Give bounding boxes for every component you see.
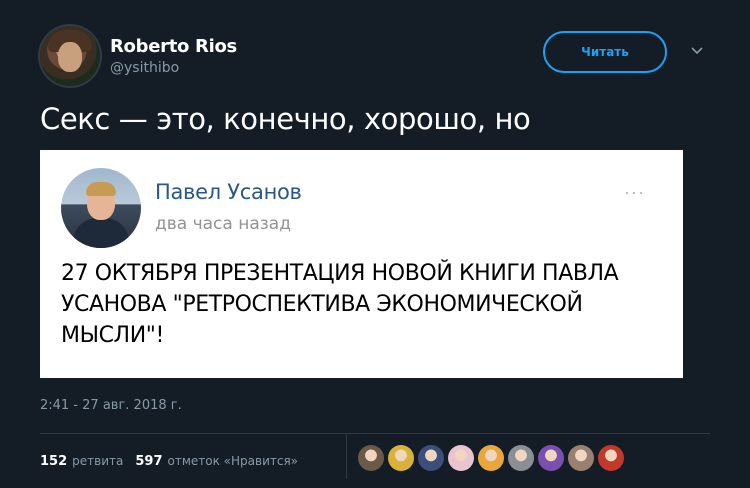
liker-avatar-6[interactable] [508, 445, 534, 471]
embed-author-name[interactable]: Павел Усанов [155, 180, 302, 204]
divider-top [40, 433, 710, 434]
avatar-face [58, 42, 82, 72]
tweet-header: Roberto Rios @ysithibo Читать [0, 0, 750, 100]
liker-avatar-2[interactable] [388, 445, 414, 471]
embed-post-body: 27 ОКТЯБРЯ ПРЕЗЕНТАЦИЯ НОВОЙ КНИГИ ПАВЛА… [61, 261, 619, 348]
liker-avatars [358, 445, 624, 471]
follow-button[interactable]: Читать [543, 31, 667, 73]
chevron-down-icon[interactable] [690, 46, 704, 56]
tweet-text: Секс — это, конечно, хорошо, но [40, 102, 531, 136]
liker-avatar-1[interactable] [358, 445, 384, 471]
user-handle[interactable]: @ysithibo [110, 60, 179, 76]
retweets-label[interactable]: ретвита [72, 454, 123, 468]
likes-count[interactable]: 597 [135, 454, 162, 469]
user-avatar[interactable] [40, 26, 100, 86]
likes-label[interactable]: отметок «Нравится» [168, 454, 299, 468]
retweets-count[interactable]: 152 [40, 454, 67, 469]
liker-avatar-8[interactable] [568, 445, 594, 471]
liker-avatar-9[interactable] [598, 445, 624, 471]
embed-avatar-body [73, 218, 129, 248]
embed-avatar-hair [86, 182, 116, 196]
user-name[interactable]: Roberto Rios [110, 36, 237, 57]
liker-avatar-7[interactable] [538, 445, 564, 471]
stats-separator [346, 435, 347, 479]
embed-author-avatar[interactable] [61, 168, 141, 248]
liker-avatar-4[interactable] [448, 445, 474, 471]
engagement-stats: 152 ретвита 597 отметок «Нравится» [40, 446, 310, 476]
liker-avatar-3[interactable] [418, 445, 444, 471]
liker-avatar-5[interactable] [478, 445, 504, 471]
embedded-post: Павел Усанов два часа назад ··· 27 ОКТЯБ… [40, 150, 683, 378]
more-options-icon[interactable]: ··· [624, 183, 645, 201]
embed-post-time: два часа назад [155, 214, 291, 234]
tweet-timestamp[interactable]: 2:41 - 27 авг. 2018 г. [40, 398, 182, 413]
